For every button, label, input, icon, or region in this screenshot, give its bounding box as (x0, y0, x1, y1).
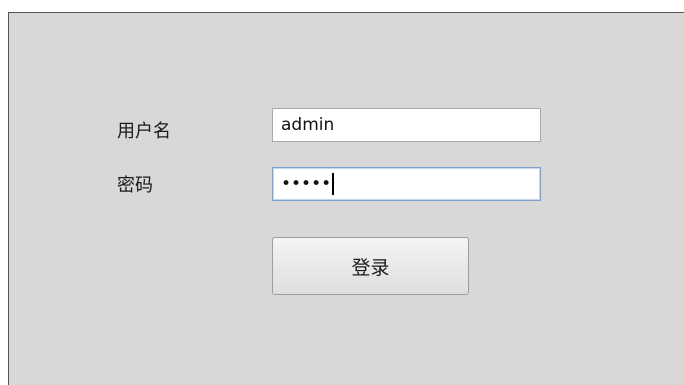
login-button[interactable]: 登录 (272, 237, 469, 295)
text-cursor (332, 173, 335, 195)
password-masked-value: ••••• (281, 174, 332, 194)
username-field[interactable]: admin (272, 108, 541, 142)
username-label: 用户名 (117, 121, 171, 142)
password-label: 密码 (117, 175, 153, 196)
password-field[interactable]: ••••• (272, 167, 541, 201)
username-value: admin (281, 115, 335, 135)
login-window: 用户名 admin 密码 ••••• 登录 (8, 12, 684, 385)
